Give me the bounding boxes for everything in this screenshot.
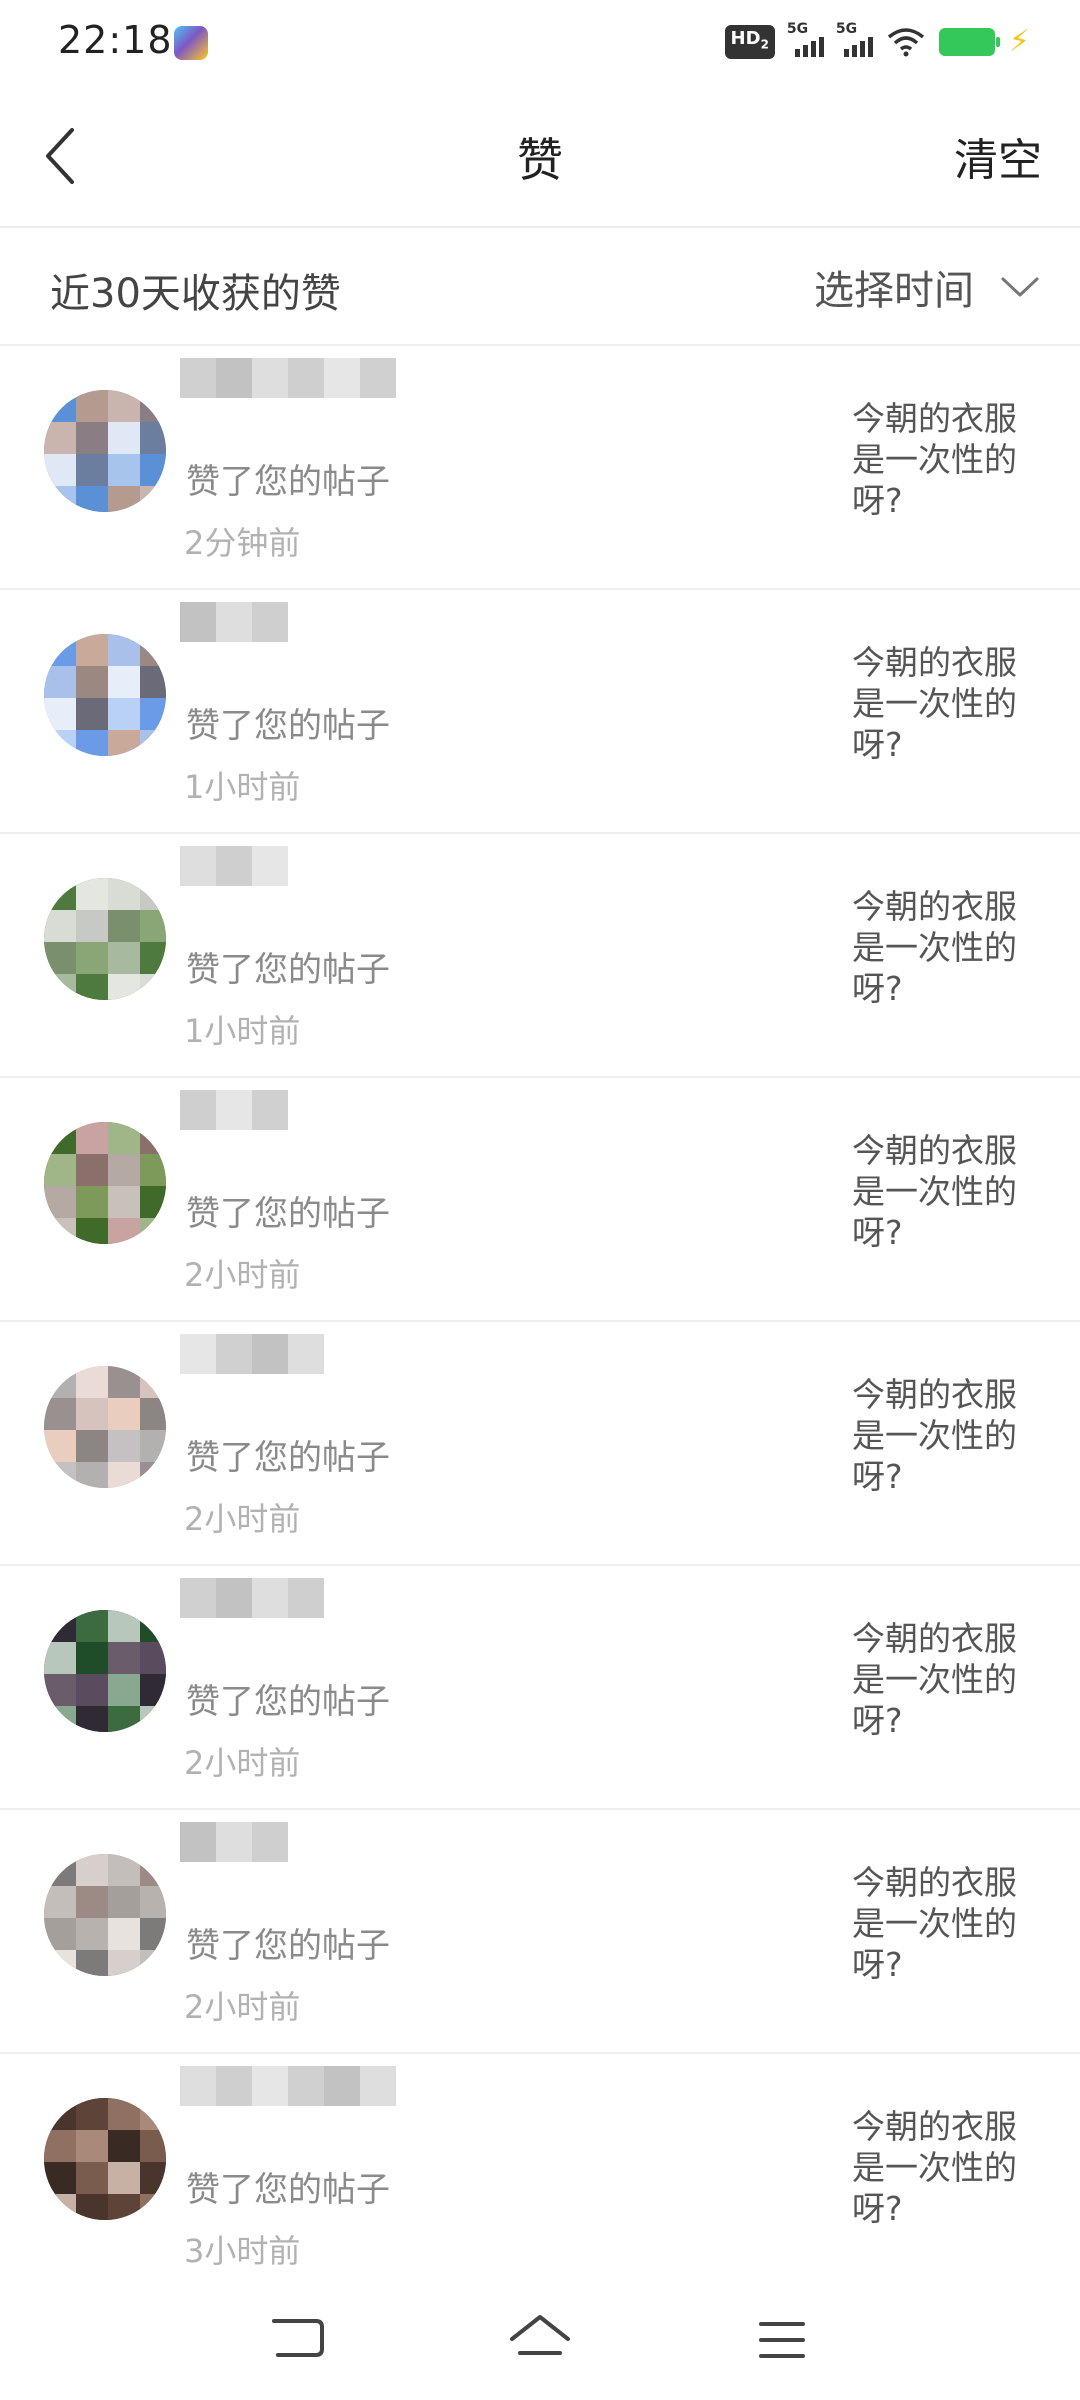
post-title[interactable]: 今朝的衣服是一次性的呀? (852, 1618, 1042, 1741)
like-action-text: 赞了您的帖子 (186, 462, 390, 502)
post-title[interactable]: 今朝的衣服是一次性的呀? (852, 1862, 1042, 1985)
like-action-text: 赞了您的帖子 (186, 2170, 390, 2210)
chevron-down-icon (1001, 277, 1039, 297)
menu-icon (759, 2322, 805, 2358)
like-item[interactable]: 赞了您的帖子 2小时前 今朝的衣服是一次性的呀? (0, 1566, 1080, 1810)
signal-icon: 5G (836, 21, 873, 57)
like-item[interactable]: 赞了您的帖子 2小时前 今朝的衣服是一次性的呀? (0, 1322, 1080, 1566)
like-item[interactable]: 赞了您的帖子 2分钟前 今朝的衣服是一次性的呀? (0, 346, 1080, 590)
like-action-text: 赞了您的帖子 (186, 1682, 390, 1722)
period-label: 近30天收获的赞 (50, 271, 341, 317)
app-notification-icon (174, 26, 208, 60)
system-nav-bar (0, 2280, 1080, 2400)
like-timestamp: 2小时前 (184, 1256, 301, 1294)
user-avatar[interactable] (44, 2098, 166, 2220)
like-action-text: 赞了您的帖子 (186, 950, 390, 990)
user-avatar[interactable] (44, 634, 166, 756)
like-action-text: 赞了您的帖子 (186, 1926, 390, 1966)
user-avatar[interactable] (44, 1610, 166, 1732)
select-time-label: 选择时间 (814, 268, 974, 314)
charging-icon: ⚡ (1008, 24, 1030, 59)
username-blurred[interactable] (180, 358, 396, 404)
post-title[interactable]: 今朝的衣服是一次性的呀? (852, 886, 1042, 1009)
status-time: 22:18 (58, 18, 173, 62)
like-timestamp: 2小时前 (184, 1988, 301, 2026)
likes-screen: 22:18 HD2 5G 5G ⚡ 赞 清空 近30天收获的赞 选择时间 赞了您… (0, 0, 1080, 2400)
back-nav-icon (272, 2319, 324, 2357)
nav-menu-button[interactable] (746, 2310, 818, 2370)
page-title: 赞 (517, 133, 563, 187)
like-item[interactable]: 赞了您的帖子 1小时前 今朝的衣服是一次性的呀? (0, 834, 1080, 1078)
username-blurred[interactable] (180, 1578, 324, 1624)
clear-button[interactable]: 清空 (954, 124, 1042, 188)
username-blurred[interactable] (180, 1090, 288, 1136)
like-action-text: 赞了您的帖子 (186, 1438, 390, 1478)
signal-icon: 5G (787, 21, 824, 57)
username-blurred[interactable] (180, 1334, 324, 1380)
status-bar: 22:18 HD2 5G 5G ⚡ (0, 0, 1080, 84)
nav-back-button[interactable] (262, 2310, 334, 2370)
select-time-dropdown[interactable]: 选择时间 (814, 258, 1040, 316)
like-item[interactable]: 赞了您的帖子 3小时前 今朝的衣服是一次性的呀? (0, 2054, 1080, 2298)
user-avatar[interactable] (44, 1854, 166, 1976)
like-item[interactable]: 赞了您的帖子 2小时前 今朝的衣服是一次性的呀? (0, 1078, 1080, 1322)
post-title[interactable]: 今朝的衣服是一次性的呀? (852, 2106, 1042, 2229)
like-item[interactable]: 赞了您的帖子 2小时前 今朝的衣服是一次性的呀? (0, 1810, 1080, 2054)
username-blurred[interactable] (180, 1822, 288, 1868)
user-avatar[interactable] (44, 1366, 166, 1488)
username-blurred[interactable] (180, 2066, 396, 2112)
like-timestamp: 1小时前 (184, 1012, 301, 1050)
post-title[interactable]: 今朝的衣服是一次性的呀? (852, 642, 1042, 765)
wifi-icon (887, 28, 925, 57)
user-avatar[interactable] (44, 390, 166, 512)
nav-home-button[interactable] (504, 2310, 576, 2370)
like-timestamp: 2小时前 (184, 1500, 301, 1538)
post-title[interactable]: 今朝的衣服是一次性的呀? (852, 398, 1042, 521)
username-blurred[interactable] (180, 846, 288, 892)
username-blurred[interactable] (180, 602, 288, 648)
like-timestamp: 2分钟前 (184, 524, 301, 562)
like-action-text: 赞了您的帖子 (186, 1194, 390, 1234)
like-action-text: 赞了您的帖子 (186, 706, 390, 746)
battery-icon (938, 28, 1000, 56)
top-bar: 赞 清空 (0, 84, 1080, 228)
like-item[interactable]: 赞了您的帖子 1小时前 今朝的衣服是一次性的呀? (0, 590, 1080, 834)
like-timestamp: 1小时前 (184, 768, 301, 806)
user-avatar[interactable] (44, 878, 166, 1000)
home-icon (510, 2315, 570, 2355)
hd-badge: HD2 (724, 25, 775, 59)
post-title[interactable]: 今朝的衣服是一次性的呀? (852, 1130, 1042, 1253)
user-avatar[interactable] (44, 1122, 166, 1244)
filter-bar: 近30天收获的赞 选择时间 (0, 228, 1080, 346)
like-timestamp: 3小时前 (184, 2232, 301, 2270)
post-title[interactable]: 今朝的衣服是一次性的呀? (852, 1374, 1042, 1497)
like-timestamp: 2小时前 (184, 1744, 301, 1782)
likes-list: 赞了您的帖子 2分钟前 今朝的衣服是一次性的呀? 赞了您的帖子 1小时前 今朝的衣服是一次… (0, 346, 1080, 2298)
status-icons: HD2 5G 5G ⚡ (724, 21, 1030, 62)
